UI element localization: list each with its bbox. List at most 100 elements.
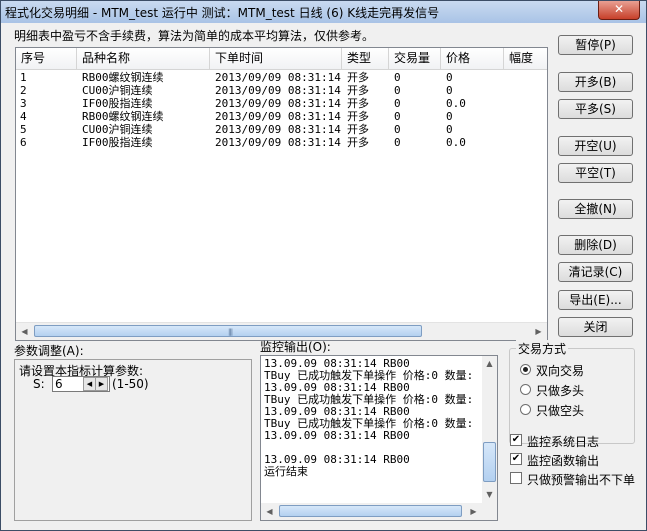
cell-volume: 0 [394,136,401,149]
cell-symbol: IF00股指连续 [82,97,153,110]
param-s-label: S: [33,377,45,391]
window-title: 程式化交易明细 - MTM_test 运行中 测试：MTM_test 日线 (6… [5,6,440,20]
cell-type: 开多 [347,110,369,123]
dialog-body: 明细表中盈亏不含手续费，算法为简单的成本平均算法，仅供参考。 序号 品种名称 下… [6,23,642,526]
column-header-type[interactable]: 类型 [342,48,389,69]
cell-time: 2013/09/09 08:31:14 [215,84,341,97]
monitor-vertical-scrollbar[interactable]: ▲ ▼ [482,356,497,503]
cell-price: 0 [446,110,453,123]
checkbox-monitor-func[interactable]: ✔ [510,453,522,465]
cell-volume: 0 [394,110,401,123]
table-row[interactable]: 3 IF00股指连续 2013/09/09 08:31:14 开多 0 0.0 [16,97,547,110]
scroll-right-icon[interactable]: ▶ [466,504,481,519]
table-row[interactable]: 5 CU00沪铜连续 2013/09/09 08:31:14 开多 0 0 [16,123,547,136]
cell-symbol: RB00螺纹钢连续 [82,110,164,123]
cell-type: 开多 [347,97,369,110]
cell-index: 3 [20,97,27,110]
checkbox-alert-only[interactable] [510,472,522,484]
cell-index: 4 [20,110,27,123]
monitor-line: 运行结束 [264,465,308,478]
cell-index: 2 [20,84,27,97]
cell-symbol: CU00沪铜连续 [82,123,153,136]
trade-list[interactable]: 序号 品种名称 下单时间 类型 交易量 价格 幅度 1 RB00螺纹钢连续 20… [15,47,548,341]
cell-volume: 0 [394,123,401,136]
checkbox-monitor-func-label[interactable]: 监控函数输出 [527,452,599,469]
column-header-index[interactable]: 序号 [16,48,77,69]
cell-symbol: IF00股指连续 [82,136,153,149]
trade-mode-group: 交易方式 双向交易 只做多头 只做空头 [509,340,635,444]
cell-price: 0 [446,84,453,97]
cell-time: 2013/09/09 08:31:14 [215,110,341,123]
table-row[interactable]: 6 IF00股指连续 2013/09/09 08:31:14 开多 0 0.0 [16,136,547,149]
radio-bidirectional-label[interactable]: 双向交易 [536,362,584,379]
cell-volume: 0 [394,84,401,97]
monitor-horizontal-scrollbar[interactable]: ◀ ▶ [261,503,497,520]
radio-selected-dot [523,367,528,372]
column-header-time[interactable]: 下单时间 [210,48,342,69]
params-label: 参数调整(A): [14,344,84,358]
cell-volume: 0 [394,97,401,110]
monitor-line: 13.09.09 08:31:14 RB00 [264,429,410,442]
cell-index: 1 [20,71,27,84]
cell-symbol: CU00沪铜连续 [82,84,153,97]
disclaimer-note: 明细表中盈亏不含手续费，算法为简单的成本平均算法，仅供参考。 [14,29,375,43]
cell-time: 2013/09/09 08:31:14 [215,97,341,110]
checkbox-alert-only-label[interactable]: 只做预警输出不下单 [527,471,635,488]
cell-price: 0.0 [446,136,466,149]
cell-price: 0 [446,123,453,136]
param-s-stepper[interactable]: 6 ◀ ▶ [52,376,110,392]
checkbox-monitor-log[interactable]: ✔ [510,434,522,446]
column-header-volume[interactable]: 交易量 [389,48,441,69]
close-icon[interactable]: ✕ [598,1,640,20]
column-header-range[interactable]: 幅度 [504,48,547,69]
monitor-label: 监控输出(O): [260,340,331,354]
cell-index: 6 [20,136,27,149]
cell-type: 开多 [347,84,369,97]
cell-time: 2013/09/09 08:31:14 [215,123,341,136]
params-panel: 请设置本指标计算参数: S: 6 ◀ ▶ (1-50) [14,359,252,521]
close-short-button[interactable]: 平空(T) [558,163,633,183]
trade-detail-window: 程式化交易明细 - MTM_test 运行中 测试：MTM_test 日线 (6… [0,0,647,531]
pause-button[interactable]: 暂停(P) [558,35,633,55]
open-long-button[interactable]: 开多(B) [558,72,633,92]
checkbox-monitor-log-label[interactable]: 监控系统日志 [527,433,599,450]
cell-price: 0.0 [446,97,466,110]
scroll-right-icon[interactable]: ▶ [531,324,546,339]
radio-short-only[interactable] [520,404,531,415]
delete-button[interactable]: 删除(D) [558,235,633,255]
cell-symbol: RB00螺纹钢连续 [82,71,164,84]
clear-records-button[interactable]: 清记录(C) [558,262,633,282]
title-bar[interactable]: 程式化交易明细 - MTM_test 运行中 测试：MTM_test 日线 (6… [1,1,646,23]
table-row[interactable]: 4 RB00螺纹钢连续 2013/09/09 08:31:14 开多 0 0 [16,110,547,123]
radio-short-only-label[interactable]: 只做空头 [536,402,584,419]
export-button[interactable]: 导出(E)... [558,290,633,310]
close-button[interactable]: 关闭 [558,317,633,337]
scroll-up-icon[interactable]: ▲ [482,356,497,371]
trade-mode-legend: 交易方式 [516,340,569,357]
scroll-thumb[interactable] [279,505,462,517]
param-s-range: (1-50) [112,377,149,391]
radio-long-only[interactable] [520,384,531,395]
scroll-down-icon[interactable]: ▼ [482,487,497,502]
scroll-left-icon[interactable]: ◀ [17,324,32,339]
scroll-left-icon[interactable]: ◀ [262,504,277,519]
cell-type: 开多 [347,136,369,149]
monitor-output[interactable]: 13.09.09 08:31:14 RB00 TBuy 已成功触发下单操作 价格… [260,355,498,521]
open-short-button[interactable]: 开空(U) [558,136,633,156]
radio-bidirectional[interactable] [520,364,531,375]
radio-long-only-label[interactable]: 只做多头 [536,382,584,399]
cell-type: 开多 [347,123,369,136]
cell-time: 2013/09/09 08:31:14 [215,136,341,149]
column-header-symbol[interactable]: 品种名称 [77,48,210,69]
column-header-price[interactable]: 价格 [441,48,504,69]
close-long-button[interactable]: 平多(S) [558,99,633,119]
increment-icon[interactable]: ▶ [95,377,108,391]
cancel-all-button[interactable]: 全撤(N) [558,199,633,219]
scroll-thumb[interactable] [483,442,496,482]
scroll-thumb[interactable]: ||| [34,325,422,337]
table-row[interactable]: 2 CU00沪铜连续 2013/09/09 08:31:14 开多 0 0 [16,84,547,97]
table-row[interactable]: 1 RB00螺纹钢连续 2013/09/09 08:31:14 开多 0 0 [16,71,547,84]
param-s-value[interactable]: 6 [55,377,63,391]
list-header: 序号 品种名称 下单时间 类型 交易量 价格 幅度 [16,48,547,70]
cell-price: 0 [446,71,453,84]
